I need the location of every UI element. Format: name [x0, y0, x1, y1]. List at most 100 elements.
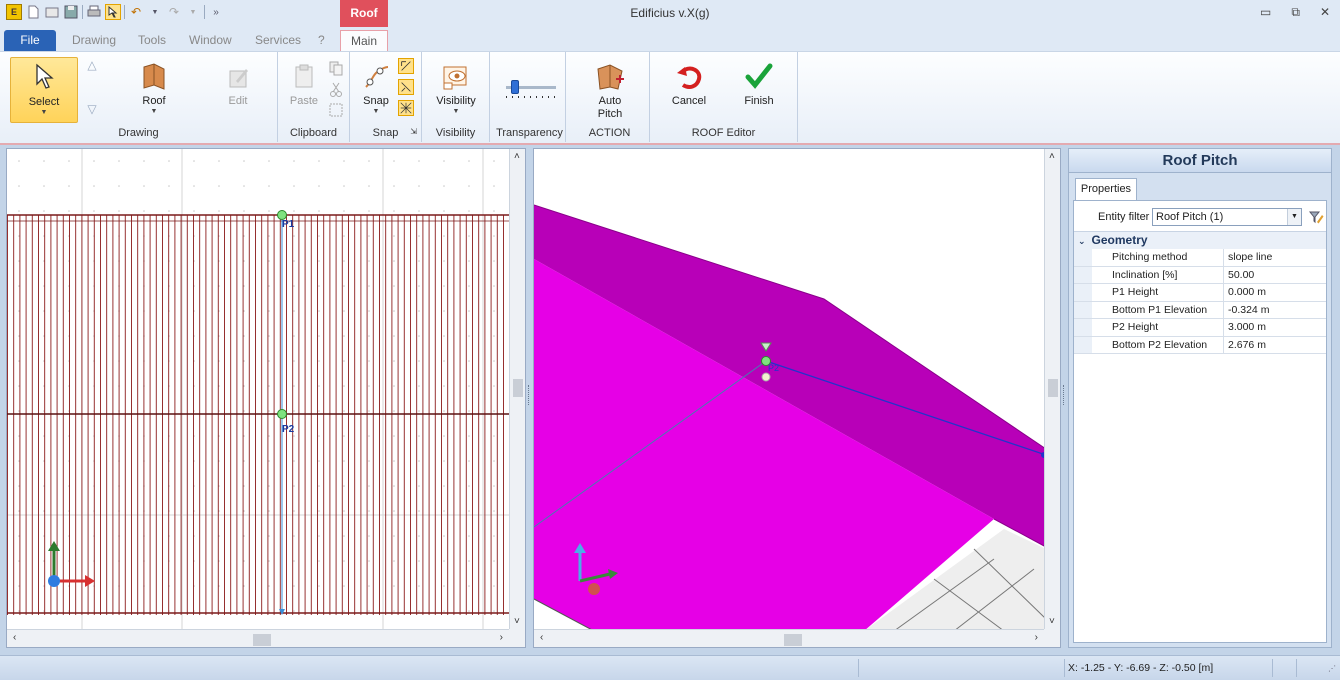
open-icon[interactable] — [44, 4, 60, 20]
entity-filter-select[interactable]: Roof Pitch (1) ▼ — [1152, 208, 1302, 226]
property-row[interactable]: P2 Height 3.000 m — [1074, 319, 1326, 337]
snap-button[interactable]: Snap ▼ — [356, 61, 396, 123]
select-button[interactable]: Select ▼ — [10, 57, 78, 123]
tab-main[interactable]: Main — [340, 30, 388, 51]
dropdown-icon: ▼ — [372, 108, 380, 115]
select-all-icon[interactable] — [328, 102, 344, 118]
scroll-down-arrow-icon[interactable]: ˅ — [514, 616, 520, 627]
transparency-group: Transparency — [494, 52, 566, 142]
select-icon[interactable] — [105, 4, 121, 20]
title-bar: E ↶ ▼ ↷ ▼ » Roof Edificius v.X(g) ▭ ⧉ ✕ — [0, 0, 1340, 27]
scroll-right-arrow-icon[interactable]: › — [1035, 632, 1038, 643]
property-row[interactable]: P1 Height 0.000 m — [1074, 284, 1326, 302]
properties-panel: Roof Pitch Properties Entity filter Roof… — [1068, 148, 1332, 648]
tab-help[interactable]: ? — [310, 30, 333, 51]
app-icon[interactable]: E — [6, 4, 22, 20]
scroll-thumb[interactable] — [513, 379, 523, 397]
cancel-icon — [677, 66, 702, 89]
transparency-slider[interactable] — [506, 80, 556, 102]
snap-midpoint-icon[interactable] — [398, 79, 414, 95]
panel-splitter[interactable] — [1063, 385, 1066, 405]
more-icon[interactable]: » — [208, 4, 224, 20]
3d-canvas[interactable]: P2 — [534, 149, 1046, 631]
restore-icon[interactable]: ⧉ — [1291, 5, 1300, 20]
dropdown-icon[interactable]: ▼ — [147, 4, 163, 20]
filter-edit-icon[interactable] — [1308, 209, 1324, 225]
3d-vertical-scrollbar[interactable]: ˄ ˅ — [1044, 149, 1060, 629]
tab-properties[interactable]: Properties — [1075, 178, 1137, 200]
scroll-thumb[interactable] — [784, 634, 802, 646]
dialog-launcher-icon[interactable]: ⇲ — [410, 127, 417, 136]
scroll-up-arrow-icon[interactable]: ˄ — [514, 151, 520, 162]
tab-services[interactable]: Services — [247, 30, 309, 51]
scroll-down-arrow-icon[interactable]: ˅ — [1049, 616, 1055, 627]
snap-endpoint-icon[interactable] — [398, 58, 414, 74]
visibility-group-label: Visibility — [435, 127, 476, 139]
cursor-coordinates: X: -1.25 - Y: -6.69 - Z: -0.50 [m] — [1068, 662, 1214, 674]
checkmark-icon — [745, 63, 773, 89]
view-splitter[interactable] — [528, 385, 531, 405]
panel-title: Roof Pitch — [1069, 149, 1331, 173]
copy-icon[interactable] — [328, 60, 344, 76]
undo-icon[interactable]: ↶ — [128, 4, 144, 20]
entity-filter-row: Entity filter Roof Pitch (1) ▼ — [1074, 207, 1326, 227]
transparency-slider-thumb[interactable] — [511, 80, 520, 94]
drawing-group: Select ▼ △ ▽ Roof ▼ Edit Drawing — [0, 52, 278, 142]
scroll-thumb[interactable] — [253, 634, 271, 646]
scroll-up-arrow-icon[interactable]: ˄ — [1049, 151, 1055, 162]
plan-view[interactable]: P1 P2 ˄ ˅ ‹ › — [6, 148, 526, 648]
plan-vertical-scrollbar[interactable]: ˄ ˅ — [509, 149, 525, 629]
auto-pitch-icon — [597, 64, 624, 90]
point-p2-marker[interactable] — [277, 409, 287, 419]
status-separator — [858, 659, 859, 677]
finish-button[interactable]: Finish — [734, 61, 784, 111]
separator — [124, 5, 125, 19]
properties-body: Entity filter Roof Pitch (1) ▼ ⌄ Geometry… — [1073, 200, 1327, 643]
redo-icon[interactable]: ↷ — [166, 4, 182, 20]
roof-button[interactable]: Roof ▼ — [126, 61, 182, 123]
tab-window[interactable]: Window — [181, 30, 240, 51]
property-row[interactable]: Bottom P1 Elevation -0.324 m — [1074, 301, 1326, 319]
save-icon[interactable] — [63, 4, 79, 20]
property-row[interactable]: Pitching method slope line — [1074, 249, 1326, 267]
roof-context-tab-header: Roof — [340, 0, 388, 27]
scroll-thumb[interactable] — [1048, 379, 1058, 397]
ribbon: Select ▼ △ ▽ Roof ▼ Edit Drawing Paste C… — [0, 51, 1340, 145]
close-icon[interactable]: ✕ — [1320, 5, 1330, 20]
edit-icon — [229, 69, 248, 88]
window-controls: ▭ ⧉ ✕ — [1260, 5, 1330, 20]
cancel-button[interactable]: Cancel — [664, 61, 714, 111]
scroll-left-arrow-icon[interactable]: ‹ — [13, 632, 16, 643]
geometry-category[interactable]: ⌄ Geometry — [1074, 231, 1326, 249]
scroll-right-arrow-icon[interactable]: › — [500, 632, 503, 643]
property-row[interactable]: Bottom P2 Elevation 2.676 m — [1074, 336, 1326, 354]
tab-tools[interactable]: Tools — [130, 30, 174, 51]
new-icon[interactable] — [25, 4, 41, 20]
print-icon[interactable] — [86, 4, 102, 20]
edit-button[interactable]: Edit — [210, 61, 266, 123]
minimize-icon[interactable]: ▭ — [1260, 5, 1271, 20]
status-separator — [1296, 659, 1297, 677]
scroll-up-icon[interactable]: △ — [84, 58, 100, 74]
eye-icon — [443, 66, 467, 90]
tab-drawing[interactable]: Drawing — [64, 30, 124, 51]
resize-grip-icon[interactable]: ⋰ — [1328, 664, 1336, 673]
scroll-left-arrow-icon[interactable]: ‹ — [540, 632, 543, 643]
visibility-button[interactable]: Visibility ▼ — [430, 61, 482, 123]
3d-horizontal-scrollbar[interactable]: ‹ › — [534, 629, 1044, 647]
property-row[interactable]: Inclination [%] 50.00 — [1074, 266, 1326, 284]
plan-canvas[interactable]: P1 P2 — [7, 149, 511, 631]
cut-icon[interactable] — [328, 82, 344, 98]
roof-editor-group: Cancel Finish ROOF Editor — [650, 52, 798, 142]
collapse-chevron-icon[interactable]: ⌄ — [1078, 236, 1086, 246]
tab-file[interactable]: File — [4, 30, 56, 51]
auto-pitch-button[interactable]: Auto Pitch — [584, 61, 636, 123]
roof-icon — [143, 63, 165, 90]
snap-grid-icon[interactable] — [398, 100, 414, 116]
ribbon-tab-row: File Drawing Tools Window Services ? Mai… — [0, 27, 1340, 51]
paste-button[interactable]: Paste — [284, 61, 324, 111]
dropdown-icon[interactable]: ▼ — [185, 4, 201, 20]
3d-view[interactable]: P2 ˄ ˅ ‹ › — [533, 148, 1061, 648]
scroll-down-icon[interactable]: ▽ — [84, 102, 100, 118]
plan-horizontal-scrollbar[interactable]: ‹ › — [7, 629, 509, 647]
